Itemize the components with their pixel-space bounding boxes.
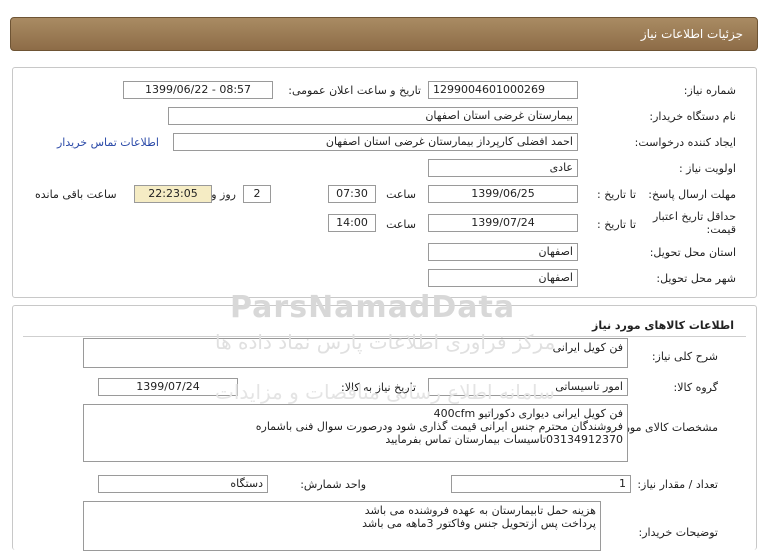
validity-date-field: 1399/07/24 <box>428 214 578 232</box>
group-label: گروه کالا: <box>673 381 718 394</box>
notes-line: پرداخت پس ازتحویل جنس وفاکتور 3ماهه می ب… <box>362 517 596 530</box>
days-label: روز و <box>211 188 236 201</box>
deadline-time-label: ساعت <box>386 188 416 201</box>
validity-label: حداقل تاریخ اعتبار قیمت: <box>652 210 736 236</box>
notes-label: توضیحات خریدار: <box>638 526 719 539</box>
requester-label: ایجاد کننده درخواست: <box>634 136 736 149</box>
remaining-time-label: ساعت باقی مانده <box>35 188 117 201</box>
watermark-line: مرکز فراوری اطلاعات پارس نماد داده ها <box>215 330 556 354</box>
quantity-field: 1 <box>451 475 631 493</box>
need-info-panel: شماره نیاز: 1299004601000269 تاریخ و ساع… <box>12 67 757 298</box>
buyer-contact-link[interactable]: اطلاعات تماس خریدار <box>57 136 159 149</box>
quantity-label: تعداد / مقدار نیاز: <box>637 478 718 491</box>
need-number-label: شماره نیاز: <box>683 84 736 97</box>
priority-label: اولویت نیاز : <box>678 162 736 175</box>
page-header: جزئیات اطلاعات نیاز <box>10 17 758 51</box>
deadline-date-field: 1399/06/25 <box>428 185 578 203</box>
announce-label: تاریخ و ساعت اعلان عمومی: <box>288 84 421 97</box>
city-label: شهر محل تحویل: <box>656 272 736 285</box>
province-label: استان محل تحویل: <box>649 246 736 259</box>
summary-label: شرح کلی نیاز: <box>651 350 718 363</box>
specs-field: فن کویل ایرانی دیواری دکوراتیو 400cfm فر… <box>83 404 628 462</box>
buyer-org-label: نام دستگاه خریدار: <box>649 110 736 123</box>
notes-line: هزینه حمل تابیمارستان به عهده فروشنده می… <box>364 504 596 517</box>
watermark-brand: ParsNamadData <box>230 290 516 325</box>
city-field: اصفهان <box>428 269 578 287</box>
days-remaining-field: 2 <box>243 185 271 203</box>
specs-line: 03134912370تاسیسات بیمارستان تماس بفرمای… <box>385 433 623 446</box>
buyer-org-field: بیمارستان غرضی استان اصفهان <box>168 107 578 125</box>
priority-field: عادی <box>428 159 578 177</box>
validity-to-date-label: تا تاریخ : <box>597 218 636 231</box>
specs-line: فروشندگان محترم جنس ایرانی قیمت گذاری شو… <box>255 420 623 433</box>
unit-label: واحد شمارش: <box>300 478 366 491</box>
announce-field: 1399/06/22 - 08:57 <box>123 81 273 99</box>
deadline-label: مهلت ارسال پاسخ: <box>648 188 736 201</box>
unit-field: دستگاه <box>98 475 268 493</box>
validity-time-label: ساعت <box>386 218 416 231</box>
specs-line: فن کویل ایرانی دیواری دکوراتیو 400cfm <box>433 407 623 420</box>
page-title: جزئیات اطلاعات نیاز <box>640 27 743 41</box>
deadline-time-field: 07:30 <box>328 185 376 203</box>
province-field: اصفهان <box>428 243 578 261</box>
need-number-field: 1299004601000269 <box>428 81 578 99</box>
validity-time-field: 14:00 <box>328 214 376 232</box>
remaining-time-field: 22:23:05 <box>134 185 212 203</box>
deadline-to-date-label: تا تاریخ : <box>597 188 636 201</box>
goods-section-title: اطلاعات کالاهای مورد نیاز <box>592 319 734 332</box>
requester-field: احمد افضلی کارپرداز بیمارستان غرضی استان… <box>173 133 578 151</box>
watermark-line: سامانه اطلاع رسانی مناقصات و مزایدات <box>215 380 555 404</box>
notes-field: هزینه حمل تابیمارستان به عهده فروشنده می… <box>83 501 601 551</box>
